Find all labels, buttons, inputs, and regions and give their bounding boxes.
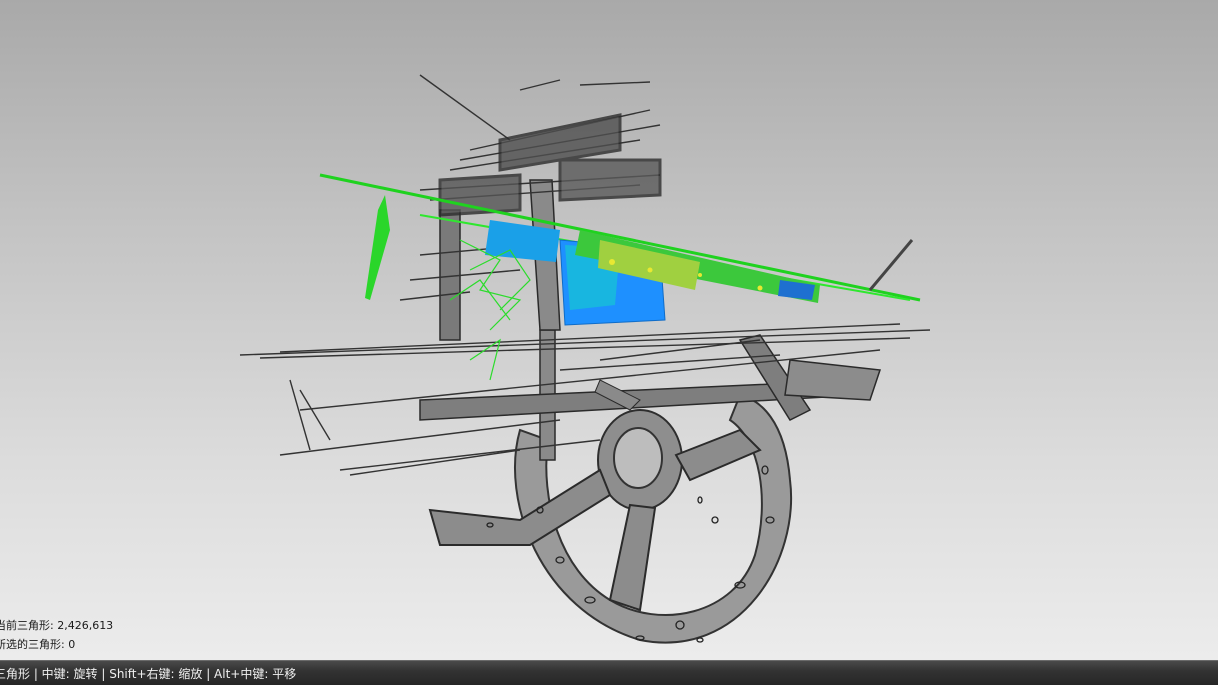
3d-viewport[interactable]: 当前三角形: 2,426,613 所选的三角形: 0: [0, 0, 1218, 660]
mesh-stats: 当前三角形: 2,426,613 所选的三角形: 0: [0, 616, 400, 654]
current-triangles-label: 当前三角形: 2,426,613: [0, 619, 114, 632]
status-bar: 三角形 | 中键: 旋转 | Shift+右键: 缩放 | Alt+中键: 平移: [0, 660, 1218, 685]
selected-triangles-label: 所选的三角形: 0: [0, 638, 76, 651]
app-window: 当前三角形: 2,426,613 所选的三角形: 0 三角形 | 中键: 旋转 …: [0, 0, 1218, 685]
wheel-spoke-bottom: [608, 503, 657, 612]
steering-wheel: [428, 393, 793, 644]
wheel-spoke-right: [674, 428, 762, 482]
mesh-scene[interactable]: [0, 0, 1218, 660]
navigation-hint: 三角形 | 中键: 旋转 | Shift+右键: 缩放 | Alt+中键: 平移: [0, 667, 297, 681]
